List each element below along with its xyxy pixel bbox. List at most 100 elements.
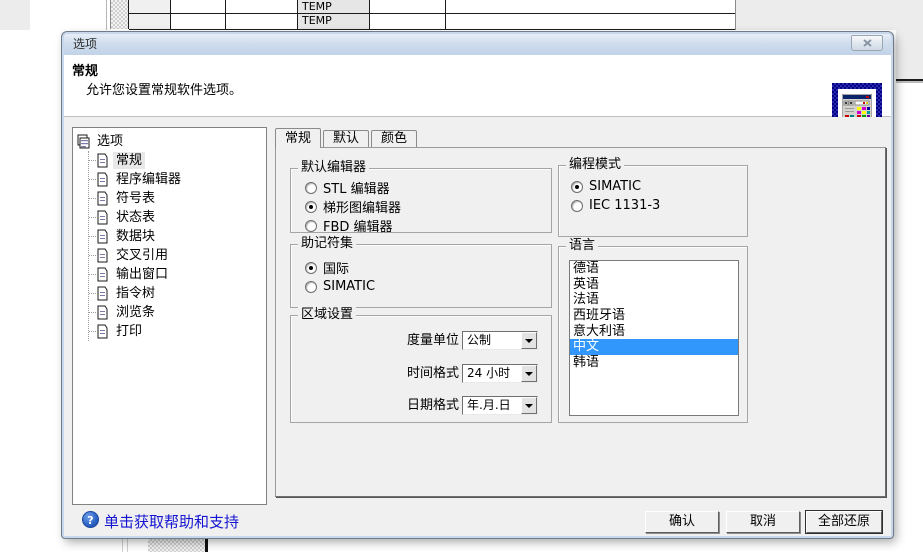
dialog-header: 常规 允许您设置常规软件选项。 — [64, 55, 891, 117]
radio-ladder-editor[interactable]: 梯形图编辑器 — [305, 197, 547, 216]
dialog-titlebar[interactable]: 选项 — [64, 34, 891, 55]
tree-item-program-editor[interactable]: 程序编辑器 — [89, 170, 264, 189]
measurement-unit-select[interactable]: 公制 — [462, 331, 538, 350]
chevron-down-icon[interactable] — [521, 397, 537, 414]
table-gutter-line — [106, 0, 107, 30]
radio-stl-editor[interactable]: STL 编辑器 — [305, 178, 547, 197]
language-option-italian[interactable]: 意大利语 — [570, 324, 738, 340]
measurement-unit-label: 度量单位 — [299, 331, 459, 350]
radio-label: SIMATIC — [589, 179, 641, 194]
tree-item-instruction-tree[interactable]: 指令树 — [89, 284, 264, 303]
tree-root[interactable]: 选项 — [75, 132, 264, 151]
tree-item-label: 交叉引用 — [113, 247, 171, 264]
tree-item-status-chart[interactable]: 状态表 — [89, 208, 264, 227]
background-bottom-edge — [205, 539, 208, 552]
group-label: 编程模式 — [566, 157, 624, 173]
radio-label: FBD 编辑器 — [323, 216, 393, 235]
chevron-down-icon[interactable] — [521, 332, 537, 349]
cancel-button[interactable]: 取消 — [726, 511, 800, 533]
tree-item-general[interactable]: 常规 — [89, 151, 264, 170]
date-format-label: 日期格式 — [299, 396, 459, 415]
radio-fbd-editor[interactable]: FBD 编辑器 — [305, 216, 547, 235]
tree-item-cross-reference[interactable]: 交叉引用 — [89, 246, 264, 265]
document-icon — [96, 172, 109, 187]
radio-icon — [305, 182, 317, 194]
language-option-german[interactable]: 德语 — [570, 261, 738, 277]
tree-root-label: 选项 — [94, 133, 126, 150]
background-bottom-line — [122, 539, 123, 552]
time-format-label: 时间格式 — [299, 364, 459, 383]
radio-simatic-mnemonic[interactable]: SIMATIC — [305, 277, 547, 296]
combo-value: 24 小时 — [467, 365, 520, 382]
table-grid-vline — [170, 0, 171, 29]
tree-item-label: 常规 — [113, 152, 145, 169]
table-grid-vline — [735, 0, 736, 30]
radio-label: 梯形图编辑器 — [323, 197, 401, 216]
background-toolbar-area — [0, 0, 30, 30]
document-icon — [96, 229, 109, 244]
document-icon — [96, 248, 109, 263]
radio-icon-checked — [305, 262, 317, 274]
tree-item-data-block[interactable]: 数据块 — [89, 227, 264, 246]
dialog-body: 选项 常规 程序编辑器 符号表 状态表 — [64, 117, 891, 536]
table-cell-temp[interactable]: TEMP — [297, 14, 370, 29]
group-mnemonic-set: 助记符集 国际 SIMATIC — [290, 244, 552, 308]
document-icon — [96, 286, 109, 301]
options-root-icon — [77, 134, 90, 149]
tab-page-general: 默认编辑器 STL 编辑器 梯形图编辑器 FBD 编辑器 — [275, 147, 886, 497]
time-format-select[interactable]: 24 小时 — [462, 364, 538, 383]
radio-label: SIMATIC — [323, 279, 375, 294]
dialog-title: 选项 — [73, 37, 97, 51]
table-grid-hline — [129, 29, 735, 30]
document-icon — [96, 210, 109, 225]
radio-icon — [305, 281, 317, 293]
group-default-editor: 默认编辑器 STL 编辑器 梯形图编辑器 FBD 编辑器 — [290, 168, 552, 233]
help-link[interactable]: 单击获取帮助和支持 — [104, 511, 239, 532]
tab-colors[interactable]: 颜色 — [371, 130, 417, 147]
tree-item-label: 状态表 — [113, 209, 158, 226]
close-button[interactable] — [851, 35, 883, 51]
language-option-chinese[interactable]: 中文 — [570, 339, 738, 355]
language-option-french[interactable]: 法语 — [570, 292, 738, 308]
document-icon — [96, 305, 109, 320]
table-cell-temp[interactable]: TEMP — [297, 0, 370, 13]
help-icon[interactable]: ? — [82, 511, 99, 528]
radio-international[interactable]: 国际 — [305, 258, 547, 277]
group-label: 助记符集 — [298, 236, 356, 252]
tree-item-output-window[interactable]: 输出窗口 — [89, 265, 264, 284]
tree-item-label: 程序编辑器 — [113, 171, 184, 188]
tree-item-symbol-table[interactable]: 符号表 — [89, 189, 264, 208]
tab-strip: 常规 默认 颜色 — [275, 129, 419, 147]
table-grid-hline — [129, 13, 735, 14]
table-grey-cell — [129, 0, 170, 29]
radio-icon — [305, 220, 317, 232]
date-format-select[interactable]: 年.月.日 — [462, 396, 538, 415]
table-row-selector-column — [110, 0, 128, 29]
ok-button[interactable]: 确认 — [645, 511, 719, 533]
tree-item-navigation-bar[interactable]: 浏览条 — [89, 303, 264, 322]
tree-item-label: 输出窗口 — [113, 266, 171, 283]
tree-item-print[interactable]: 打印 — [89, 322, 264, 341]
radio-iec-1131-3[interactable]: IEC 1131-3 — [571, 196, 743, 215]
chevron-down-icon[interactable] — [521, 365, 537, 382]
radio-icon-checked — [305, 201, 317, 213]
language-option-english[interactable]: 英语 — [570, 277, 738, 293]
document-icon — [96, 267, 109, 282]
table-grid-vline — [225, 0, 226, 29]
language-listbox[interactable]: 德语 英语 法语 西班牙语 意大利语 中文 韩语 — [569, 260, 739, 416]
restore-all-button[interactable]: 全部还原 — [806, 511, 882, 533]
tree-item-label: 浏览条 — [113, 304, 158, 321]
combo-value: 公制 — [467, 332, 520, 349]
language-option-korean[interactable]: 韩语 — [570, 355, 738, 371]
tree-item-label: 打印 — [113, 323, 145, 340]
document-icon — [96, 153, 109, 168]
group-label: 语言 — [566, 238, 598, 254]
radio-simatic-mode[interactable]: SIMATIC — [571, 177, 743, 196]
background-right-strip — [896, 30, 923, 79]
language-option-spanish[interactable]: 西班牙语 — [570, 308, 738, 324]
close-icon — [863, 39, 872, 47]
tree-children: 常规 程序编辑器 符号表 状态表 数据块 — [88, 151, 264, 341]
tab-general[interactable]: 常规 — [275, 128, 321, 148]
tab-defaults[interactable]: 默认 — [323, 130, 369, 147]
options-tree[interactable]: 选项 常规 程序编辑器 符号表 状态表 — [72, 127, 267, 505]
